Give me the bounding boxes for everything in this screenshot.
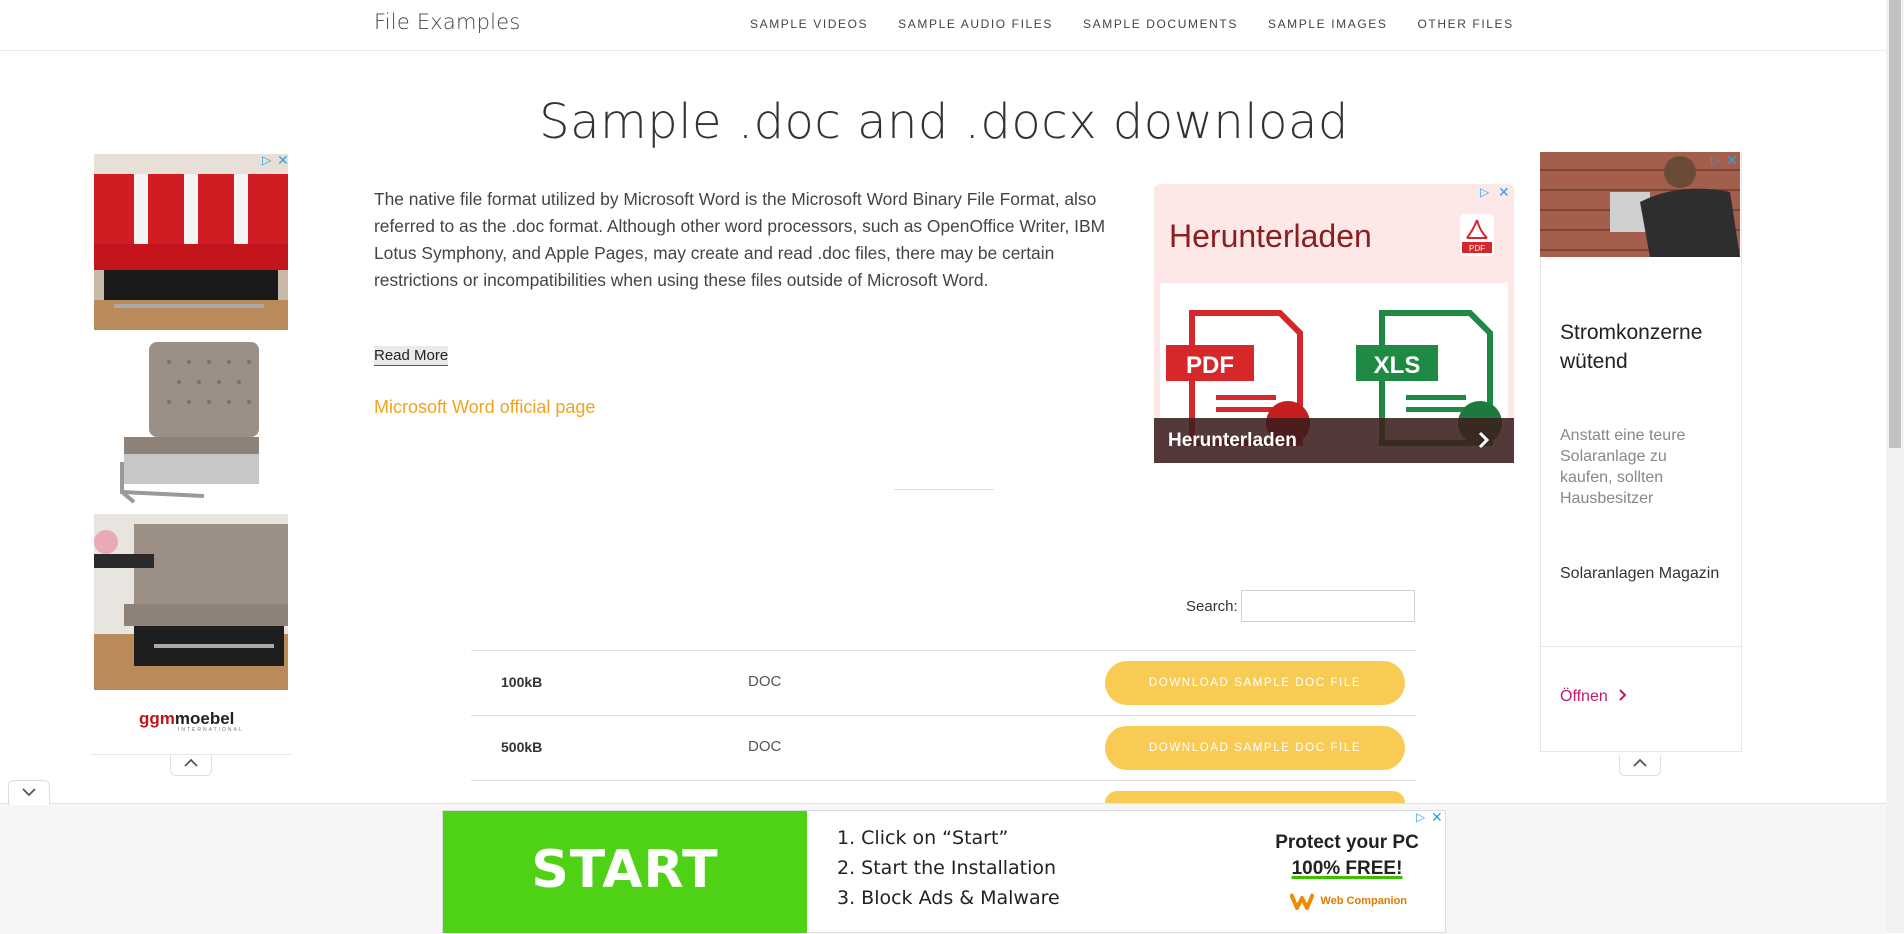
download-button-partial[interactable] [1105,791,1405,803]
bottom-ad-step-1[interactable]: 1. Click on “Start” [837,827,1008,849]
nav-other-files[interactable]: OTHER FILES [1417,17,1513,31]
chevron-right-icon [1619,689,1627,701]
ad-product-image-grey-bench[interactable] [94,334,288,510]
scrollbar-thumb[interactable] [1889,0,1901,448]
download-doc-100kb-button[interactable]: DOWNLOAD SAMPLE DOC FILE [1105,661,1405,705]
main-nav: SAMPLE VIDEOS SAMPLE AUDIO FILES SAMPLE … [750,17,1544,31]
intro-paragraph: The native file format utilized by Micro… [374,189,1106,290]
bottom-ad-start-label[interactable]: START [443,840,807,900]
adchoices-icon[interactable]: ▷ [1711,153,1720,167]
web-companion-brand[interactable]: Web Companion [1320,895,1407,907]
ad-product-image-red-bench[interactable] [94,154,288,330]
nav-sample-documents[interactable]: SAMPLE DOCUMENTS [1083,17,1238,31]
search-label: Search: [1186,598,1238,615]
file-type-cell: DOC [748,673,782,690]
bottom-ad-step-2[interactable]: 2. Start the Installation [837,857,1056,879]
section-divider [894,489,994,490]
chevron-right-icon[interactable] [1470,426,1498,454]
search-input[interactable] [1241,590,1415,622]
table-row-divider [471,780,1416,781]
file-size-cell: 500kB [501,739,543,755]
ad-product-image-bench-table[interactable] [94,514,288,690]
chevron-up-icon [1633,758,1647,767]
web-companion-icon [1289,893,1315,910]
chevron-down-icon [22,788,36,797]
bottom-ad-promo-line2[interactable]: 100% FREE! [1262,856,1432,882]
close-icon[interactable]: ✕ [1431,809,1443,826]
svg-text:PDF: PDF [1186,352,1234,379]
bottom-ad-promo-line1[interactable]: Protect your PC [1262,830,1432,856]
nav-sample-images[interactable]: SAMPLE IMAGES [1268,17,1388,31]
web-companion-logo[interactable]: Web Companion [1289,892,1407,910]
left-ad-brand-sub: INTERNATIONAL [178,727,244,733]
adchoices-icon[interactable]: ▷ [262,153,271,167]
bottom-ad-step-3[interactable]: 3. Block Ads & Malware [837,887,1060,909]
right-ad-open-label[interactable]: Öffnen [1560,688,1608,705]
site-title[interactable]: File Examples [374,10,520,34]
bottom-ad-promo[interactable]: Protect your PC 100% FREE! [1262,830,1432,882]
right-ad-separator [1540,646,1741,647]
download-doc-500kb-button[interactable]: DOWNLOAD SAMPLE DOC FILE [1105,726,1405,770]
left-ad-brand-logo[interactable]: ggmmoebel [139,709,234,729]
right-ad-open-button[interactable]: Öffnen [1560,688,1628,706]
middle-ad-cta-label[interactable]: Herunterladen [1168,430,1297,452]
pdf-file-icon: PDF [1460,214,1494,256]
read-more-button[interactable]: Read More [374,346,449,366]
adchoices-icon[interactable]: ▷ [1480,185,1489,199]
right-ad-body[interactable]: Anstatt eine teure Solaranlage zu kaufen… [1560,425,1710,509]
left-ad-collapse-button[interactable] [170,755,212,776]
nav-sample-audio-files[interactable]: SAMPLE AUDIO FILES [898,17,1053,31]
right-ad-collapse-button[interactable] [1619,755,1661,776]
nav-sample-videos[interactable]: SAMPLE VIDEOS [750,17,868,31]
page-title: Sample .doc and .docx download [539,94,1349,150]
right-ad-source[interactable]: Solaranlagen Magazin [1560,565,1719,583]
right-ad-image[interactable] [1540,152,1740,257]
file-type-cell: DOC [748,738,782,755]
adchoices-icon[interactable]: ▷ [1416,810,1425,824]
close-icon[interactable]: ✕ [1726,152,1738,169]
middle-ad-headline[interactable]: Herunterladen [1169,218,1372,255]
right-ad-headline[interactable]: Stromkonzerne wütend [1560,318,1730,376]
microsoft-word-official-link[interactable]: Microsoft Word official page [374,397,595,418]
left-sidebar-ad[interactable] [91,152,291,752]
bottom-ad-collapse-button[interactable] [8,780,50,805]
svg-text:PDF: PDF [1469,244,1485,253]
close-icon[interactable]: ✕ [277,152,289,169]
svg-text:XLS: XLS [1374,352,1421,379]
chevron-up-icon [184,758,198,767]
close-icon[interactable]: ✕ [1498,184,1510,201]
file-size-cell: 100kB [501,674,543,690]
